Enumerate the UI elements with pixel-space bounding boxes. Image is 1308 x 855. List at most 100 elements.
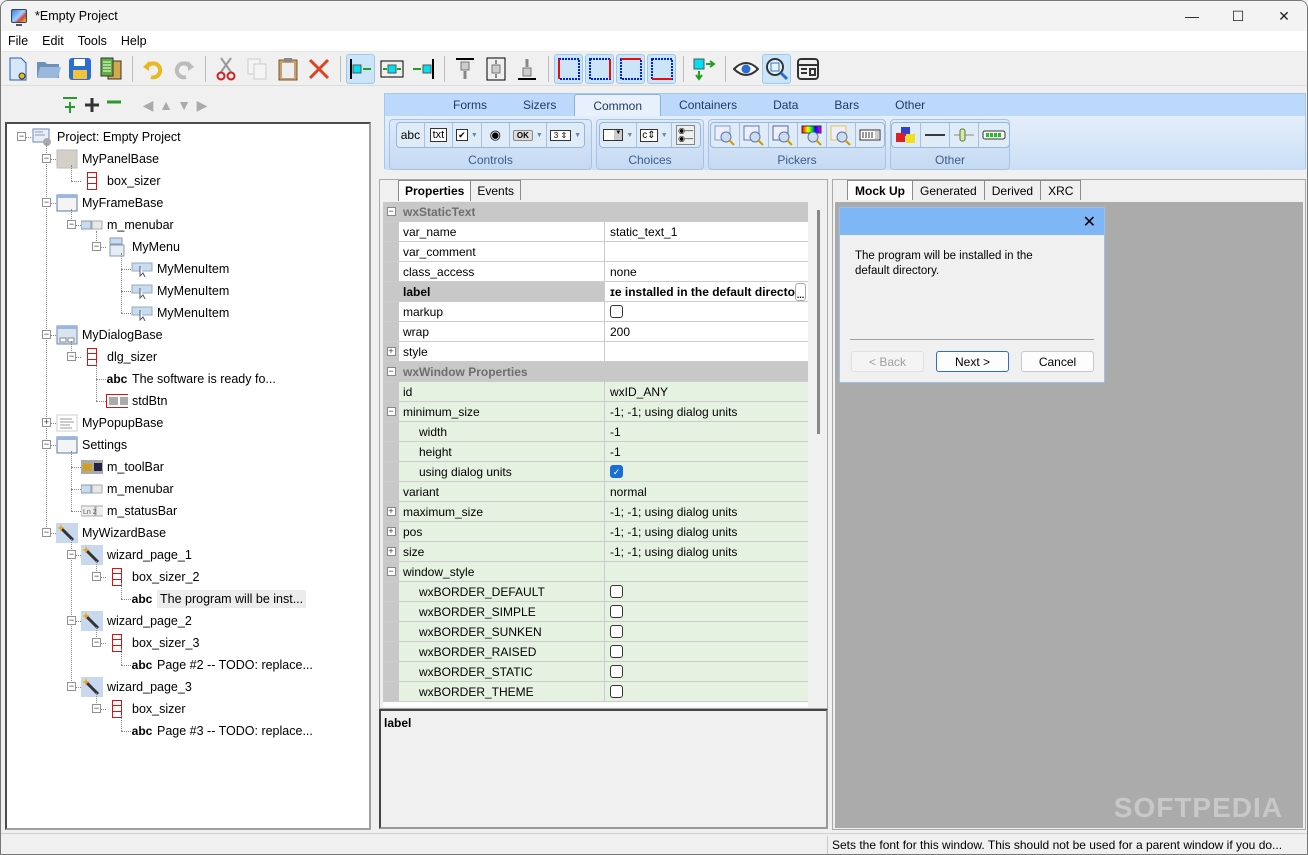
property-row[interactable]: + pos -1; -1; using dialog units (383, 522, 808, 542)
property-category[interactable]: − wxWindow Properties (383, 362, 808, 382)
palette-tab-containers[interactable]: Containers (661, 94, 755, 116)
tree-node[interactable]: m_menubar (81, 214, 174, 236)
tree-node[interactable]: wizard_page_1 (81, 544, 192, 566)
property-value[interactable]: -1 (605, 442, 808, 461)
property-value[interactable] (605, 642, 808, 661)
wizard-back-button[interactable]: < Back (851, 351, 924, 372)
palette-tab-common[interactable]: Common (574, 94, 662, 116)
wizard-close-icon[interactable]: ✕ (1083, 212, 1096, 232)
generate-button[interactable] (96, 54, 125, 84)
dir-picker-tool[interactable] (740, 123, 769, 147)
date-picker-tool[interactable] (827, 123, 856, 147)
shapes-tool[interactable] (892, 123, 921, 147)
wizard-cancel-button[interactable]: Cancel (1021, 351, 1094, 372)
color-picker-tool[interactable] (798, 123, 827, 147)
property-value[interactable]: wxID_ANY (605, 382, 808, 401)
add-child-icon[interactable] (81, 94, 103, 116)
copy-button[interactable] (242, 54, 271, 84)
palette-tab-forms[interactable]: Forms (435, 94, 505, 116)
static-line-tool[interactable] (921, 123, 950, 147)
menu-help[interactable]: Help (114, 34, 154, 48)
combo-box-tool[interactable]: ▼ ▼ (600, 123, 638, 147)
delete-button[interactable] (304, 54, 333, 84)
spin-ctrl-tool[interactable]: 3 ⇕ ▼ (547, 123, 584, 147)
property-value[interactable]: -1; -1; using dialog units (605, 542, 808, 561)
static-text-tool[interactable]: abc (397, 123, 425, 147)
choice-tool[interactable]: c⇕ ▼ (637, 123, 672, 147)
tree-node[interactable]: wizard_page_2 (81, 610, 192, 632)
wizard-next-button[interactable]: Next > (936, 351, 1009, 372)
magnify-button[interactable] (762, 53, 791, 84)
expand-button[interactable] (689, 54, 718, 84)
property-row[interactable]: class_access none (383, 262, 808, 282)
collapse-icon[interactable]: − (92, 572, 101, 581)
tree-node[interactable]: abc Page #2 -- TODO: replace... (131, 654, 313, 676)
tab-mock-up[interactable]: Mock Up (847, 180, 914, 200)
property-row[interactable]: wxBORDER_STATIC (383, 662, 808, 682)
collapse-icon[interactable]: − (67, 616, 76, 625)
expand-icon[interactable]: + (42, 418, 51, 427)
gauge-tool[interactable] (979, 123, 1009, 147)
expand-icon[interactable]: + (386, 507, 396, 516)
property-row[interactable]: label ɪe installed in the default directo… (383, 282, 808, 302)
move-down-icon[interactable]: ▼ (175, 94, 193, 116)
property-value[interactable] (605, 242, 808, 261)
property-row[interactable]: wxBORDER_SIMPLE (383, 602, 808, 622)
collapse-icon[interactable]: − (92, 704, 101, 713)
form-layout-button[interactable] (793, 54, 822, 84)
collapse-icon[interactable]: − (67, 550, 76, 559)
menu-edit[interactable]: Edit (35, 34, 71, 48)
collapse-icon[interactable]: − (17, 132, 26, 141)
tree-node[interactable]: box_sizer (106, 698, 186, 720)
button-tool[interactable]: OK ▼ (510, 123, 547, 147)
collapse-icon[interactable]: − (42, 528, 51, 537)
property-checkbox[interactable] (610, 685, 623, 698)
property-value[interactable] (605, 302, 808, 321)
palette-tab-bars[interactable]: Bars (816, 94, 877, 116)
property-value[interactable]: ✓ (605, 462, 808, 481)
border-bottom-button[interactable] (647, 53, 676, 84)
collapse-icon[interactable]: − (67, 352, 76, 361)
property-row[interactable]: using dialog units ✓ (383, 462, 808, 482)
edit-label-button[interactable]: ... (794, 282, 806, 301)
align-center-h-button[interactable] (377, 54, 406, 84)
align-bottom-button[interactable] (512, 54, 541, 84)
property-row[interactable]: + maximum_size -1; -1; using dialog units (383, 502, 808, 522)
collapse-icon[interactable]: − (42, 198, 51, 207)
property-row[interactable]: + size -1; -1; using dialog units (383, 542, 808, 562)
property-row[interactable]: height -1 (383, 442, 808, 462)
tree-node[interactable]: abc Page #3 -- TODO: replace... (131, 720, 313, 742)
collapse-icon[interactable]: − (386, 367, 396, 376)
expand-icon[interactable]: + (386, 347, 396, 356)
property-value[interactable]: -1; -1; using dialog units (605, 502, 808, 521)
tree-node[interactable]: m_menubar (81, 478, 174, 500)
tree-node[interactable]: abc The software is ready fo... (106, 368, 276, 390)
collapse-icon[interactable]: − (67, 220, 76, 229)
move-up-icon[interactable]: ▲ (157, 94, 175, 116)
property-category[interactable]: − wxStaticText (383, 202, 808, 222)
tree-node[interactable]: MyMenuItem (131, 302, 229, 324)
property-row[interactable]: markup (383, 302, 808, 322)
property-value[interactable] (605, 562, 808, 581)
time-picker-tool[interactable] (856, 123, 884, 147)
property-value[interactable]: ɪe installed in the default directo... (605, 282, 808, 301)
collapse-icon[interactable]: − (386, 407, 396, 416)
property-checkbox[interactable] (610, 645, 623, 658)
property-row[interactable]: wxBORDER_SUNKEN (383, 622, 808, 642)
redo-button[interactable] (169, 54, 198, 84)
expand-icon[interactable]: + (386, 527, 396, 536)
tree-node[interactable]: wizard_page_3 (81, 676, 192, 698)
maximize-button[interactable]: ☐ (1215, 1, 1261, 31)
property-row[interactable]: wrap 200 (383, 322, 808, 342)
font-picker-tool[interactable] (769, 123, 798, 147)
property-row[interactable]: wxBORDER_THEME (383, 682, 808, 702)
tree-node[interactable]: stdBtn (106, 390, 167, 412)
palette-tab-data[interactable]: Data (755, 94, 816, 116)
property-value[interactable] (605, 662, 808, 681)
border-left-button[interactable] (554, 53, 583, 84)
tree-node[interactable]: MyMenu (106, 236, 180, 258)
save-button[interactable] (65, 54, 94, 84)
property-value[interactable] (605, 602, 808, 621)
open-button[interactable] (34, 54, 63, 84)
checkbox-tool[interactable]: ✔ ▼ (453, 123, 482, 147)
